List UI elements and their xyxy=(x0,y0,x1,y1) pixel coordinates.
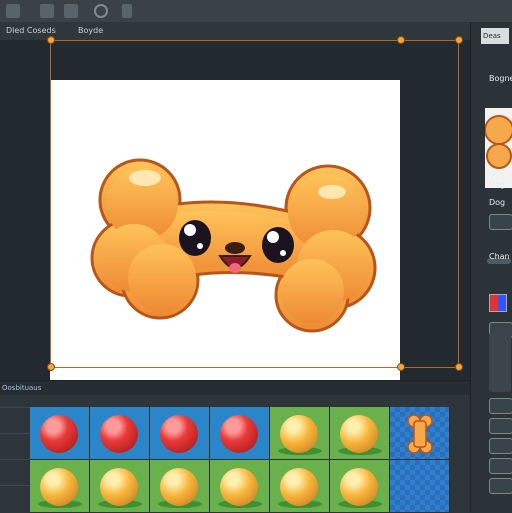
orange-ball-sprite xyxy=(340,468,378,506)
eye-right xyxy=(262,227,294,263)
canvas-area[interactable] xyxy=(0,36,470,407)
bone-character-illustration[interactable] xyxy=(50,80,400,407)
vertical-tools[interactable] xyxy=(489,332,511,392)
orange-ball-sprite xyxy=(340,415,378,453)
sprite-tile[interactable] xyxy=(270,460,330,513)
bottom-panel: Oosbituaus xyxy=(0,380,470,513)
channels-label: Chan xyxy=(489,252,510,261)
right-panel: Deas Bogne Dog Dog Chan xyxy=(470,22,512,512)
red-ball-sprite xyxy=(40,415,78,453)
resize-handle-tr2[interactable] xyxy=(455,36,463,44)
bottom-panel-header: Oosbituaus xyxy=(0,381,470,395)
layer-label-2[interactable]: Dog xyxy=(489,198,505,207)
sprite-tile-grid xyxy=(30,407,470,513)
circle-icon[interactable] xyxy=(94,4,108,18)
guide-right xyxy=(458,40,459,367)
resize-handle-br2[interactable] xyxy=(455,363,463,371)
highlight-left xyxy=(129,170,161,186)
right-panel-title: Bogne xyxy=(489,74,512,83)
panel-gridline xyxy=(0,459,30,460)
sprite-tile[interactable] xyxy=(390,460,450,513)
guide-left xyxy=(50,40,51,367)
artboard[interactable] xyxy=(50,80,400,407)
app-icon[interactable] xyxy=(6,4,20,18)
orange-ball-sprite xyxy=(100,468,138,506)
sprite-tile[interactable] xyxy=(390,407,450,460)
menu-icon[interactable] xyxy=(40,4,54,18)
grid-icon[interactable] xyxy=(64,4,78,18)
red-ball-sprite xyxy=(160,415,198,453)
right-panel-tab[interactable]: Deas xyxy=(481,28,509,44)
sprite-tile[interactable] xyxy=(330,407,390,460)
eye-left xyxy=(179,220,211,256)
sprite-tile[interactable] xyxy=(210,407,270,460)
square-tool-icon[interactable] xyxy=(122,4,132,18)
top-toolbar xyxy=(0,0,512,23)
asset-thumbnail[interactable] xyxy=(485,108,512,188)
assets-tab[interactable]: Oosbituaus xyxy=(0,383,50,393)
panel-gridline xyxy=(0,433,30,434)
orange-ball-sprite xyxy=(220,468,258,506)
panel-button-1[interactable] xyxy=(489,214,512,230)
resize-handle-tl[interactable] xyxy=(47,36,55,44)
sprite-tile[interactable] xyxy=(330,460,390,513)
panel-button-3[interactable] xyxy=(489,398,512,414)
panel-gridline xyxy=(0,407,30,408)
resize-handle-tr[interactable] xyxy=(397,36,405,44)
sprite-tile[interactable] xyxy=(30,407,90,460)
panel-button-7[interactable] xyxy=(489,478,512,494)
bone-sprite xyxy=(407,414,433,454)
sprite-tile[interactable] xyxy=(90,460,150,513)
panel-button-4[interactable] xyxy=(489,418,512,434)
orange-ball-sprite xyxy=(40,468,78,506)
sprite-tile[interactable] xyxy=(150,460,210,513)
sprite-tile[interactable] xyxy=(30,460,90,513)
sprite-tile[interactable] xyxy=(150,407,210,460)
menu-item-1[interactable]: Dled Coseds xyxy=(6,26,56,35)
highlight-right xyxy=(318,185,346,199)
red-ball-sprite xyxy=(220,415,258,453)
tongue xyxy=(229,263,241,273)
nose xyxy=(225,242,245,254)
sprite-tile[interactable] xyxy=(270,407,330,460)
sprite-tile[interactable] xyxy=(210,460,270,513)
panel-button-6[interactable] xyxy=(489,458,512,474)
panel-button-5[interactable] xyxy=(489,438,512,454)
menu-item-2[interactable]: Boyde xyxy=(78,26,103,35)
red-ball-sprite xyxy=(100,415,138,453)
resize-handle-bl[interactable] xyxy=(47,363,55,371)
sprite-tile[interactable] xyxy=(90,407,150,460)
orange-ball-sprite xyxy=(280,468,318,506)
orange-ball-sprite xyxy=(280,415,318,453)
panel-gridline xyxy=(0,485,30,486)
layer-label-1[interactable]: Dog xyxy=(489,180,505,189)
resize-handle-br[interactable] xyxy=(397,363,405,371)
color-swatch[interactable] xyxy=(489,294,507,312)
orange-ball-sprite xyxy=(160,468,198,506)
